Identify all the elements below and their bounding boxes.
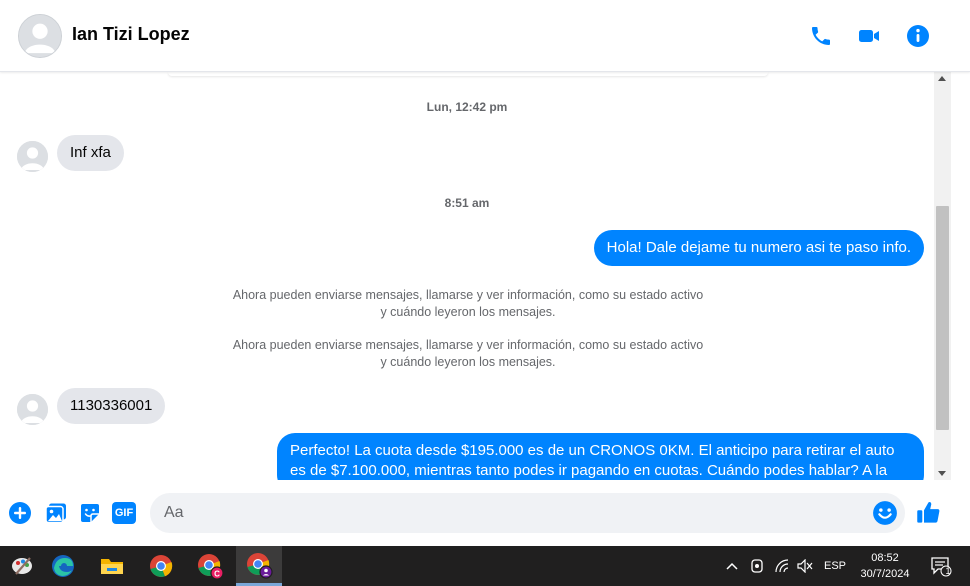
taskbar-chrome-profile-c-app[interactable]: C — [187, 546, 233, 586]
incoming-message[interactable]: Inf xfa — [57, 135, 124, 171]
message-thread[interactable]: Lun, 12:42 pm Inf xfa 8:51 am Hola! Dale… — [0, 72, 934, 480]
timestamp-divider: 8:51 am — [444, 196, 490, 210]
volume-muted-icon[interactable] — [795, 546, 815, 586]
thumbs-up-icon[interactable] — [915, 499, 942, 526]
messenger-window: Ian Tizi Lopez Lun, 12:42 pm Inf xfa 8:5… — [0, 0, 970, 546]
scrollbar-thumb[interactable] — [936, 206, 949, 430]
taskbar-file-explorer-app[interactable] — [89, 546, 135, 586]
input-language-indicator[interactable]: ESP — [822, 546, 848, 586]
thread-scrollbar[interactable] — [934, 72, 951, 480]
conversation-header: Ian Tizi Lopez — [0, 0, 970, 72]
previous-message-edge — [168, 72, 768, 76]
photo-icon[interactable] — [44, 501, 68, 525]
gif-icon[interactable]: GIF — [112, 502, 136, 524]
system-notice: Ahora pueden enviarse mensajes, llamarse… — [232, 288, 704, 319]
scroll-down-arrow-icon[interactable] — [938, 471, 946, 476]
timestamp-divider: Lun, 12:42 pm — [426, 100, 508, 114]
contact-avatar[interactable] — [18, 14, 62, 58]
show-hidden-icons-chevron-icon[interactable] — [723, 546, 741, 586]
svg-text:C: C — [214, 570, 220, 579]
taskbar-edge-app[interactable] — [40, 546, 86, 586]
chrome-icon — [150, 555, 173, 577]
video-call-icon[interactable] — [857, 24, 881, 48]
emoji-icon[interactable] — [872, 500, 898, 526]
incoming-message[interactable]: 1130336001 — [57, 388, 166, 424]
info-icon[interactable] — [906, 24, 930, 48]
wifi-icon[interactable] — [772, 546, 792, 586]
phone-call-icon[interactable] — [809, 24, 833, 48]
clock-date: 30/7/2024 — [860, 568, 910, 580]
default-avatar-icon — [17, 141, 48, 172]
clock-time: 08:52 — [871, 552, 899, 564]
sender-avatar[interactable] — [17, 141, 48, 172]
contact-name[interactable]: Ian Tizi Lopez — [72, 24, 190, 45]
folder-icon — [101, 559, 123, 574]
notification-count-badge: 1 — [945, 566, 951, 576]
sender-avatar[interactable] — [17, 394, 48, 425]
scroll-up-arrow-icon[interactable] — [938, 76, 946, 81]
taskbar-clock[interactable]: 08:52 30/7/2024 — [849, 550, 921, 582]
outgoing-message[interactable]: Perfecto! La cuota desde $195.000 es de … — [277, 433, 924, 480]
taskbar-chrome-app[interactable] — [138, 546, 184, 586]
taskbar-chrome-profile-active-app[interactable] — [236, 546, 282, 586]
edge-browser-icon — [52, 555, 74, 577]
chrome-profile-icon: C — [198, 554, 224, 580]
message-input[interactable] — [164, 493, 864, 533]
outgoing-message[interactable]: Hola! Dale dejame tu numero asi te paso … — [593, 230, 924, 266]
default-avatar-icon — [17, 394, 48, 425]
sticker-icon[interactable] — [78, 501, 102, 525]
system-notice: Ahora pueden enviarse mensajes, llamarse… — [232, 338, 704, 369]
windows-taskbar: C ESP 08:52 30/7/2024 1 — [0, 546, 970, 586]
notifications-button[interactable]: 1 — [926, 546, 956, 586]
paint-palette-icon — [12, 557, 32, 575]
message-input-wrapper — [150, 493, 905, 533]
chrome-profile-icon — [247, 552, 273, 579]
plus-icon[interactable] — [8, 501, 32, 525]
default-avatar-icon — [19, 15, 61, 57]
meet-now-icon[interactable] — [748, 546, 766, 586]
